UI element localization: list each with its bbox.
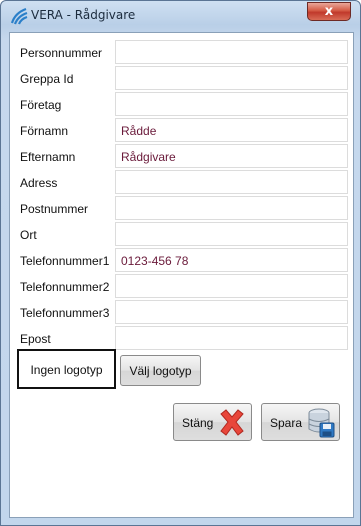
save-button[interactable]: Spara [261, 403, 340, 441]
form-row: Företag [17, 92, 348, 117]
field-label: Telefonnummer2 [20, 280, 110, 294]
field-label: Adress [20, 176, 58, 190]
close-button-label: Stäng [182, 416, 214, 430]
form-panel: Personnummer Greppa Id Företag Förnamn Rådde… [9, 32, 354, 518]
field-input[interactable] [115, 196, 348, 220]
logo-status: Ingen logotyp [30, 363, 103, 377]
field-input[interactable]: Rådde [115, 118, 348, 142]
form-row: Epost [17, 326, 348, 351]
field-label: Telefonnummer3 [20, 306, 110, 320]
field-label: Ort [20, 228, 37, 242]
form-row: Ort [17, 222, 348, 247]
field-input[interactable]: Rådgivare [115, 144, 348, 168]
title-bar: VERA - Rådgivare x [1, 1, 360, 29]
red-x-icon [220, 409, 244, 436]
choose-logo-label: Välj logotyp [129, 364, 192, 378]
window-title: VERA - Rådgivare [31, 8, 136, 22]
database-save-icon [308, 408, 335, 438]
form-row: Telefonnummer2 [17, 274, 348, 299]
field-label: Postnummer [20, 202, 89, 216]
dialog-window: VERA - Rådgivare x Personnummer Greppa Id… [0, 0, 361, 526]
field-label: Telefonnummer1 [20, 254, 110, 268]
field-input[interactable] [115, 300, 348, 324]
form-row: Adress [17, 170, 348, 195]
choose-logo-button[interactable]: Välj logotyp [120, 355, 201, 386]
close-button[interactable]: Stäng [173, 403, 252, 441]
field-input[interactable] [115, 222, 348, 246]
close-icon: x [324, 4, 334, 19]
field-input[interactable] [115, 92, 348, 116]
form-row: Personnummer [17, 40, 348, 65]
form-row: Greppa Id [17, 66, 348, 91]
field-label: Epost [20, 332, 51, 346]
field-input[interactable] [115, 66, 348, 90]
save-button-label: Spara [270, 416, 303, 430]
field-label: Företag [20, 98, 62, 112]
field-input[interactable] [115, 274, 348, 298]
logo-preview: Ingen logotyp [17, 349, 116, 389]
form-row: Förnamn Rådde [17, 118, 348, 143]
field-input[interactable] [115, 170, 348, 194]
vera-logo-icon [10, 7, 28, 25]
window-close-button[interactable]: x [307, 2, 351, 21]
field-input[interactable] [115, 326, 348, 350]
field-label: Greppa Id [20, 72, 74, 86]
field-label: Personnummer [20, 46, 103, 60]
form-row: Postnummer [17, 196, 348, 221]
form-row: Telefonnummer1 0123-456 78 [17, 248, 348, 273]
field-label: Efternamn [20, 150, 76, 164]
field-label: Förnamn [20, 124, 69, 138]
form-row: Telefonnummer3 [17, 300, 348, 325]
field-input[interactable]: 0123-456 78 [115, 248, 348, 272]
field-input[interactable] [115, 40, 348, 64]
form-row: Efternamn Rådgivare [17, 144, 348, 169]
